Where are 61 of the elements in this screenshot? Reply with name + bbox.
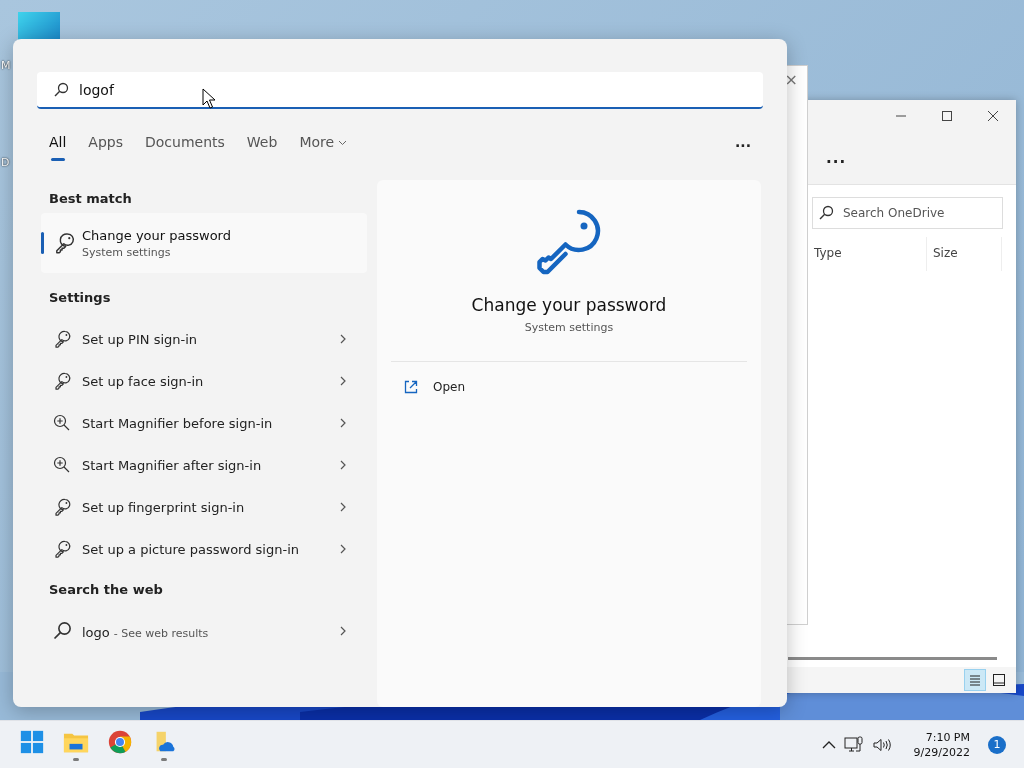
chevron-icon <box>339 376 347 386</box>
network-icon[interactable] <box>843 735 864 754</box>
notification-badge[interactable]: 1 <box>988 735 1006 754</box>
settings-item[interactable]: Set up PIN sign-in <box>41 318 367 360</box>
clock-date[interactable]: 9/29/2022 <box>913 744 970 760</box>
filter-tab[interactable]: Apps <box>80 130 131 162</box>
key-icon <box>52 539 72 559</box>
chevron-up-icon[interactable] <box>821 739 836 750</box>
external-link-icon <box>403 379 419 395</box>
web-query: logo <box>82 624 110 640</box>
preview-subtitle: System settings <box>524 321 614 334</box>
icon-label: M <box>1 60 11 72</box>
filter-tab[interactable]: Documents <box>137 130 233 162</box>
icon-label: D <box>1 157 10 169</box>
chevron-icon <box>339 418 347 428</box>
search-icon <box>818 205 834 221</box>
column-header[interactable]: Size <box>927 237 1002 271</box>
zoom-in-icon <box>52 455 72 475</box>
result-subtitle: System settings <box>82 245 172 259</box>
scrollbar[interactable] <box>788 657 997 660</box>
filter-tab[interactable]: Web <box>238 130 286 162</box>
app-icon[interactable] <box>18 12 60 42</box>
search-field[interactable]: logof <box>37 72 763 109</box>
filter-tab[interactable]: More <box>291 130 356 162</box>
tile-view-icon <box>990 671 1008 689</box>
section-heading: Search the web <box>48 581 164 599</box>
settings-item[interactable]: Set up face sign-in <box>41 360 367 402</box>
settings-item[interactable]: Start Magnifier after sign-in <box>41 444 367 486</box>
web-hint: - See web results <box>113 626 209 640</box>
zoom-in-icon <box>52 413 72 433</box>
settings-item[interactable]: Set up a picture password sign-in <box>41 528 367 570</box>
result-title: Change your password <box>82 227 231 243</box>
section-heading: Settings <box>48 289 112 307</box>
key-icon <box>52 371 72 391</box>
start-icon <box>19 728 45 755</box>
chevron-icon <box>339 544 347 554</box>
key-icon <box>52 497 72 517</box>
more-button[interactable]: ... <box>735 134 763 158</box>
browser-icon <box>107 728 133 755</box>
close-button[interactable]: × <box>782 68 800 92</box>
preview-title: Change your password <box>471 295 667 315</box>
key-icon <box>52 329 72 349</box>
web-result-item[interactable]: logo - See web results <box>41 610 367 652</box>
settings-item[interactable]: Start Magnifier before sign-in <box>41 402 367 444</box>
clock-time[interactable]: 7:10 PM <box>913 729 970 745</box>
settings-item[interactable]: Set up fingerprint sign-in <box>41 486 367 528</box>
more-button[interactable]: ... <box>822 149 851 167</box>
search-icon <box>53 82 69 98</box>
section-heading: Best match <box>48 190 133 208</box>
cursor-icon <box>202 88 218 110</box>
chevron-icon <box>339 460 347 470</box>
caret-icon <box>338 140 348 146</box>
volume-icon[interactable] <box>871 736 892 753</box>
chevron-icon <box>339 502 347 512</box>
open-action[interactable]: Open <box>391 368 478 406</box>
filter-tab[interactable]: All <box>41 130 75 162</box>
result-item[interactable]: Change your password System settings <box>41 213 367 273</box>
search-icon <box>52 621 72 641</box>
search-field[interactable]: Search OneDrive <box>812 197 1003 229</box>
chevron-icon <box>339 626 347 636</box>
chevron-icon <box>339 334 347 344</box>
